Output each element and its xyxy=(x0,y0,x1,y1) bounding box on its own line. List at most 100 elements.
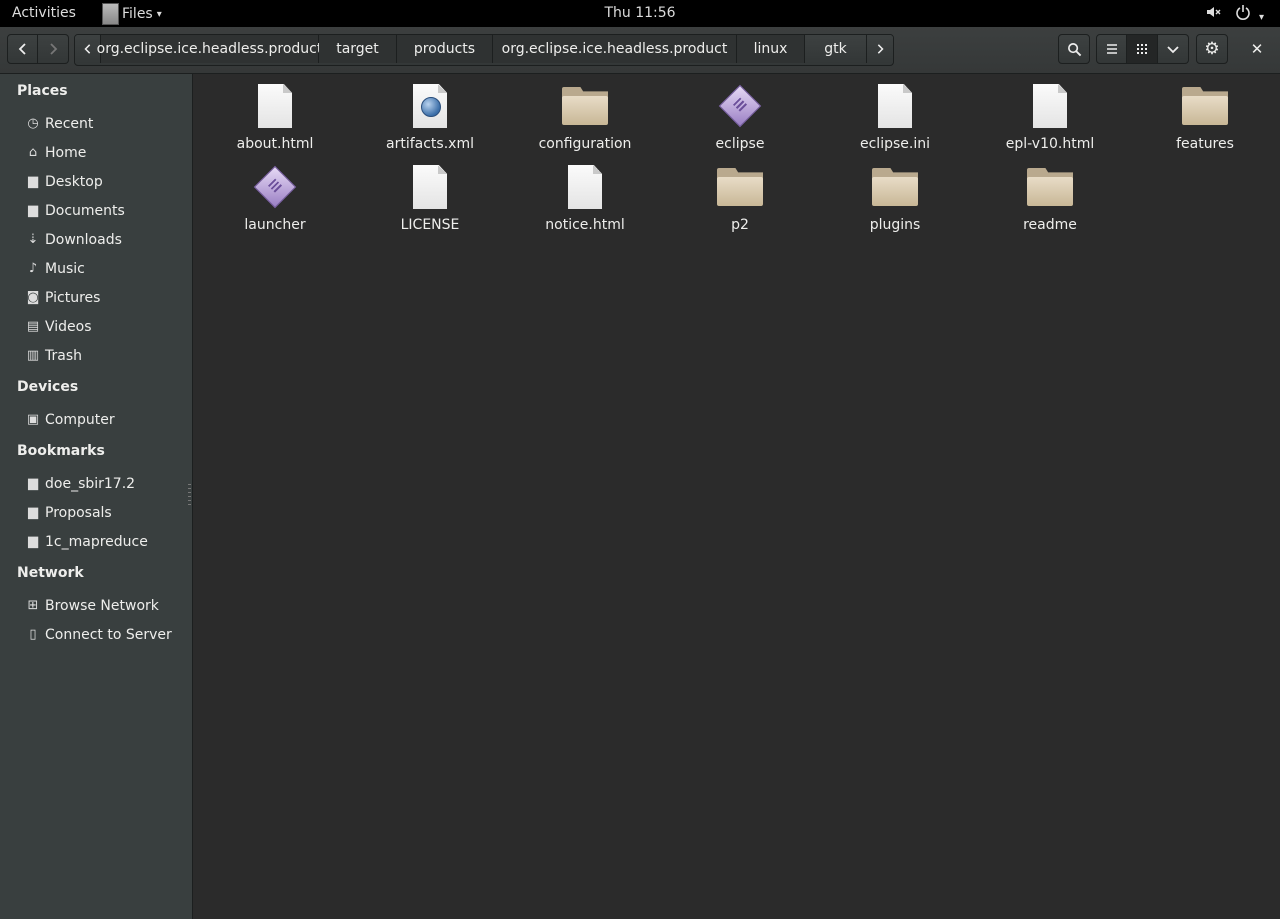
document-icon xyxy=(1026,82,1074,130)
search-button[interactable] xyxy=(1058,34,1090,64)
sidebar-item-proposals[interactable]: ▆ Proposals xyxy=(0,498,192,527)
document-icon xyxy=(561,163,609,211)
file-name: eclipse xyxy=(715,136,765,152)
document-icon xyxy=(406,163,454,211)
breadcrumb-scroll-right[interactable] xyxy=(867,35,893,63)
grid-view-button[interactable] xyxy=(1127,34,1158,64)
file-item[interactable]: about.html xyxy=(200,82,350,162)
file-item[interactable]: launcher xyxy=(200,163,350,243)
breadcrumb-item-current[interactable]: gtk xyxy=(805,35,867,63)
chevron-left-icon xyxy=(83,44,90,54)
sidebar-item-label: Recent xyxy=(45,115,94,132)
sidebar-item-home[interactable]: ⌂ Home xyxy=(0,138,192,167)
network-icon: ⊞ xyxy=(27,598,39,613)
sidebar-item-label: Browse Network xyxy=(45,597,159,614)
file-item[interactable]: readme xyxy=(975,163,1125,243)
grid-view-icon xyxy=(1137,44,1147,54)
gear-icon: ⚙ xyxy=(1204,39,1220,59)
sidebar-item-doe-sbir17-2[interactable]: ▆ doe_sbir17.2 xyxy=(0,469,192,498)
sidebar-item-music[interactable]: ♪ Music xyxy=(0,254,192,283)
file-name: launcher xyxy=(244,217,306,233)
status-area[interactable]: ▾ xyxy=(1205,4,1264,24)
file-item[interactable]: configuration xyxy=(510,82,660,162)
search-icon xyxy=(1067,42,1081,56)
folder-icon: ▆ xyxy=(28,505,38,520)
file-item[interactable]: epl-v10.html xyxy=(975,82,1125,162)
sidebar-item-computer[interactable]: ▣ Computer xyxy=(0,405,192,434)
sidebar-resize-handle[interactable] xyxy=(188,484,191,508)
chevron-right-icon xyxy=(50,43,58,55)
sidebar-item-label: Trash xyxy=(45,347,82,364)
file-item[interactable]: notice.html xyxy=(510,163,660,243)
file-item[interactable]: p2 xyxy=(665,163,815,243)
sidebar-item-1c-mapreduce[interactable]: ▆ 1c_mapreduce xyxy=(0,527,192,556)
back-button[interactable] xyxy=(7,34,38,64)
power-icon[interactable]: ▾ xyxy=(1235,4,1264,24)
sidebar-item-pictures[interactable]: ◙ Pictures xyxy=(0,283,192,312)
breadcrumb-item[interactable]: target xyxy=(319,35,397,63)
folder-icon xyxy=(716,163,764,211)
sidebar-item-label: Computer xyxy=(45,411,115,428)
sidebar-item-label: Music xyxy=(45,260,85,277)
sidebar-item-trash[interactable]: ▥ Trash xyxy=(0,341,192,370)
breadcrumb-item[interactable]: linux xyxy=(737,35,805,63)
close-button[interactable]: ✕ xyxy=(1242,34,1272,64)
sidebar-item-recent[interactable]: ◷ Recent xyxy=(0,109,192,138)
sidebar-item-label: doe_sbir17.2 xyxy=(45,475,136,492)
sidebar-item-browse-network[interactable]: ⊞ Browse Network xyxy=(0,591,192,620)
file-item[interactable]: plugins xyxy=(820,163,970,243)
list-view-button[interactable] xyxy=(1096,34,1127,64)
sidebar-item-label: Documents xyxy=(45,202,125,219)
file-item[interactable]: artifacts.xml xyxy=(355,82,505,162)
view-options-button[interactable] xyxy=(1158,34,1189,64)
folder-icon xyxy=(561,82,609,130)
close-icon: ✕ xyxy=(1250,40,1264,58)
file-item[interactable]: eclipse xyxy=(665,82,815,162)
file-name: about.html xyxy=(236,136,314,152)
file-name: epl-v10.html xyxy=(1005,136,1095,152)
forward-button[interactable] xyxy=(38,34,69,64)
file-item[interactable]: LICENSE xyxy=(355,163,505,243)
executable-icon xyxy=(716,82,764,130)
places-heading: Places xyxy=(17,83,68,99)
file-grid: about.html artifacts.xml configuration ecli… xyxy=(193,74,1280,919)
sidebar-item-downloads[interactable]: ⇣ Downloads xyxy=(0,225,192,254)
breadcrumb-item[interactable]: org.eclipse.ice.headless.product xyxy=(97,35,322,63)
sidebar-item-documents[interactable]: ▆ Documents xyxy=(0,196,192,225)
sidebar: Places ◷ Recent ⌂ Home ▆ Desktop ▆ Documents ⇣ Do… xyxy=(0,74,193,919)
volume-muted-icon[interactable] xyxy=(1205,4,1221,24)
chevron-right-icon xyxy=(877,44,884,54)
file-item[interactable]: eclipse.ini xyxy=(820,82,970,162)
file-item[interactable]: features xyxy=(1130,82,1280,162)
drive-icon: ▣ xyxy=(26,412,40,427)
trash-icon: ▥ xyxy=(26,348,40,363)
file-name: eclipse.ini xyxy=(860,136,930,152)
file-name: features xyxy=(1176,136,1234,152)
list-view-icon xyxy=(1106,44,1117,54)
breadcrumb-item[interactable]: products xyxy=(397,35,493,63)
sidebar-item-label: 1c_mapreduce xyxy=(45,533,148,550)
folder-icon: ▆ xyxy=(28,476,38,491)
settings-button[interactable]: ⚙ xyxy=(1196,34,1228,64)
devices-heading: Devices xyxy=(17,379,79,395)
document-icon xyxy=(251,82,299,130)
file-name: artifacts.xml xyxy=(386,136,474,152)
file-name: plugins xyxy=(869,217,921,233)
music-icon: ♪ xyxy=(28,261,38,276)
bookmarks-heading: Bookmarks xyxy=(17,443,105,459)
camera-icon: ◙ xyxy=(26,290,40,305)
network-heading: Network xyxy=(17,565,84,581)
server-icon: ▯ xyxy=(29,627,37,642)
clock[interactable]: Thu 11:56 xyxy=(0,5,1280,21)
sidebar-item-connect-to-server[interactable]: ▯ Connect to Server xyxy=(0,620,192,649)
sidebar-item-desktop[interactable]: ▆ Desktop xyxy=(0,167,192,196)
view-buttons xyxy=(1096,34,1189,64)
file-name: readme xyxy=(1023,217,1077,233)
breadcrumb-item[interactable]: org.eclipse.ice.headless.product xyxy=(493,35,737,63)
download-icon: ⇣ xyxy=(27,232,39,247)
file-name: configuration xyxy=(538,136,632,152)
sidebar-item-videos[interactable]: ▤ Videos xyxy=(0,312,192,341)
document-icon xyxy=(871,82,919,130)
folder-icon: ▆ xyxy=(28,203,38,218)
sidebar-item-label: Home xyxy=(45,144,87,161)
